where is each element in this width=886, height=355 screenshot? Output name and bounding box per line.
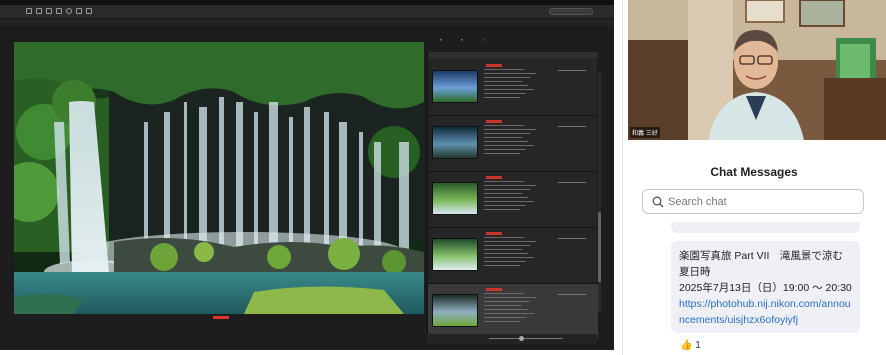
- shared-screen: ▾ ▾ ☆: [0, 0, 614, 350]
- chat-search-box[interactable]: [642, 189, 864, 214]
- metadata-right-line: [558, 294, 586, 295]
- view-toggle[interactable]: ▾: [461, 37, 463, 44]
- search-input[interactable]: [549, 8, 593, 15]
- thumbnail-size-slider[interactable]: [489, 338, 563, 339]
- participant-name: 和義 三好: [630, 127, 660, 138]
- thumbnail-image[interactable]: [432, 70, 478, 103]
- search-icon: [652, 196, 664, 208]
- meeting-window: ▾ ▾ ☆ 和義 三好 Chat Messages Search chat 楽園…: [0, 0, 886, 355]
- thumbs-up-icon: 👍: [680, 340, 693, 351]
- metadata-lines: [484, 69, 584, 101]
- rating-badge: [486, 176, 502, 179]
- metadata-lines: [484, 181, 584, 213]
- preview-panel: [14, 42, 424, 314]
- camera-icon[interactable]: [56, 8, 62, 14]
- refine-icon[interactable]: [66, 8, 72, 14]
- content-row[interactable]: [428, 228, 598, 284]
- thumbnail-size-bar: [427, 334, 597, 344]
- chat-search-input[interactable]: [668, 194, 858, 210]
- waterfall-preview-image: [14, 42, 424, 314]
- app-toolbar: [0, 5, 614, 19]
- sort-dropdown[interactable]: ▾: [440, 37, 442, 44]
- metadata-lines: [484, 125, 584, 157]
- filter-bar: ▾ ▾ ☆: [440, 26, 600, 42]
- metadata-lines: [484, 237, 584, 269]
- slider-knob[interactable]: [519, 336, 524, 341]
- folder-icon[interactable]: [46, 8, 52, 14]
- metadata-right-line: [558, 238, 586, 239]
- content-panel: [427, 52, 598, 340]
- message-datetime: 2025年7月13日（日）19:00 ～ 20:30: [679, 282, 852, 294]
- message-title: 楽園写真旅 Part VII 滝風景で涼む夏日時: [679, 250, 843, 278]
- forward-icon[interactable]: [36, 8, 42, 14]
- rating-badge: [486, 64, 502, 67]
- content-scrollbar[interactable]: [598, 72, 601, 312]
- content-row[interactable]: [428, 116, 598, 172]
- star-filter-icon[interactable]: ☆: [482, 37, 485, 44]
- chat-panel: Chat Messages 楽園写真旅 Part VII 滝風景で涼む夏日時 2…: [628, 152, 886, 355]
- scroll-thumb[interactable]: [598, 212, 601, 282]
- rating-badge: [486, 120, 502, 123]
- message-link[interactable]: https://photohub.nij.nikon.com/announcem…: [679, 298, 851, 326]
- rating-badge: [486, 288, 502, 291]
- rotate-right-icon[interactable]: [86, 8, 92, 14]
- workspace-tabs: [178, 9, 382, 10]
- content-tab[interactable]: [440, 52, 446, 58]
- metadata-lines: [484, 293, 584, 325]
- panel-divider: [622, 0, 623, 355]
- content-row[interactable]: [428, 172, 598, 228]
- rating-stars[interactable]: [213, 316, 229, 319]
- content-row[interactable]: [428, 60, 598, 116]
- previous-message-bubble: [671, 222, 860, 233]
- thumbnail-image[interactable]: [432, 126, 478, 159]
- path-bar: [0, 19, 614, 26]
- content-row[interactable]: [428, 284, 598, 340]
- content-panel-tabs: [428, 52, 598, 58]
- chat-title: Chat Messages: [710, 165, 798, 179]
- participant-video-frame: [628, 0, 886, 140]
- metadata-right-line: [558, 70, 586, 71]
- thumbnail-image[interactable]: [432, 238, 478, 271]
- rotate-left-icon[interactable]: [76, 8, 82, 14]
- chat-message: 楽園写真旅 Part VII 滝風景で涼む夏日時 2025年7月13日（日）19…: [671, 241, 860, 333]
- metadata-right-line: [558, 182, 586, 183]
- participant-video: 和義 三好: [628, 0, 886, 140]
- reaction-count: 1: [695, 340, 701, 351]
- reaction-thumbs-up[interactable]: 👍 1: [680, 340, 701, 351]
- back-icon[interactable]: [26, 8, 32, 14]
- thumbnail-image[interactable]: [432, 182, 478, 215]
- metadata-right-line: [558, 126, 586, 127]
- rating-badge: [486, 232, 502, 235]
- toolbar-icons: [26, 8, 92, 14]
- thumbnail-image[interactable]: [432, 294, 478, 327]
